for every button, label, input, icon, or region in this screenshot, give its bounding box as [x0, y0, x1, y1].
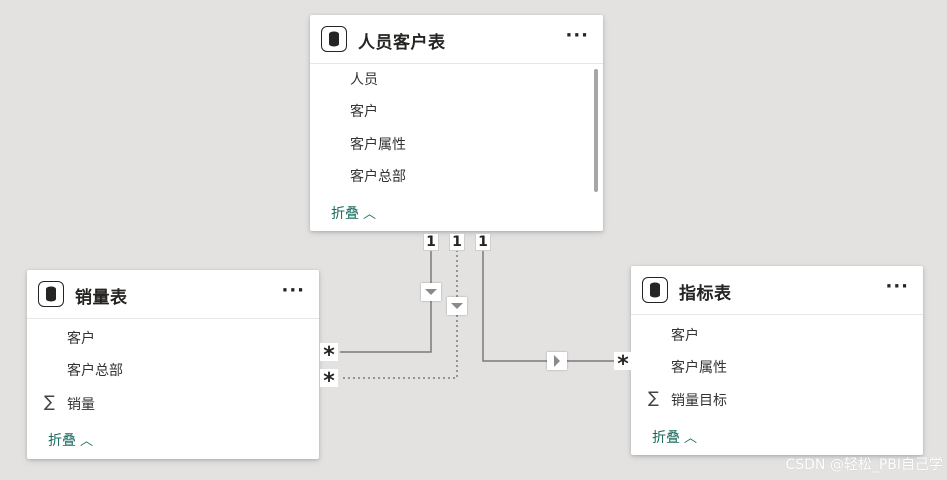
- more-options-button[interactable]: ···: [281, 280, 305, 301]
- cardinality-one-badge[interactable]: 1: [423, 233, 439, 251]
- collapse-label: 折叠: [331, 206, 359, 222]
- field-item[interactable]: 客户属性: [350, 134, 406, 154]
- table-card-metrics[interactable]: 指标表 ··· 客户 客户属性 ∑ 销量目标 折叠 ︿: [631, 266, 923, 455]
- table-header: 销量表 ···: [27, 270, 319, 319]
- field-item[interactable]: 客户属性: [671, 357, 727, 377]
- table-header: 指标表 ···: [631, 266, 923, 315]
- collapse-button[interactable]: 折叠 ︿: [331, 203, 376, 223]
- field-item[interactable]: 客户总部: [350, 166, 406, 186]
- relationship-line-sales-solid: [340, 250, 432, 353]
- collapse-button[interactable]: 折叠 ︿: [48, 430, 93, 450]
- chevron-up-icon: ︿: [363, 207, 377, 222]
- cardinality-many-badge[interactable]: *: [320, 343, 338, 368]
- collapse-label: 折叠: [48, 433, 76, 449]
- field-item[interactable]: 销量目标: [671, 390, 727, 410]
- database-icon: [321, 26, 347, 52]
- field-item[interactable]: 客户总部: [67, 360, 123, 380]
- chevron-up-icon: ︿: [684, 431, 698, 446]
- field-item[interactable]: 客户: [350, 101, 378, 121]
- cardinality-many-badge[interactable]: *: [614, 352, 632, 377]
- table-title: 指标表: [679, 284, 732, 304]
- table-card-sales[interactable]: 销量表 ··· 客户 客户总部 ∑ 销量 折叠 ︿: [27, 270, 319, 459]
- scrollbar[interactable]: [594, 69, 598, 192]
- database-icon: [38, 281, 64, 307]
- sigma-icon: ∑: [44, 392, 55, 411]
- relationship-line-sales-dotted: [340, 250, 458, 379]
- cardinality-one-badge[interactable]: 1: [475, 233, 491, 251]
- cardinality-many-badge[interactable]: *: [320, 369, 338, 394]
- watermark: CSDN @轻松_PBI自己学: [785, 457, 943, 473]
- table-title: 销量表: [75, 288, 128, 308]
- collapse-button[interactable]: 折叠 ︿: [652, 427, 697, 447]
- cardinality-one-badge[interactable]: 1: [449, 233, 465, 251]
- field-item[interactable]: 客户: [671, 325, 699, 345]
- field-item[interactable]: 人员: [350, 69, 378, 89]
- relationship-line-metrics: [482, 250, 615, 362]
- filter-direction-right-icon[interactable]: [547, 352, 567, 370]
- table-header: 人员客户表 ···: [310, 15, 603, 64]
- chevron-up-icon: ︿: [80, 434, 94, 449]
- more-options-button[interactable]: ···: [885, 276, 909, 297]
- more-options-button[interactable]: ···: [565, 25, 589, 46]
- filter-direction-down-icon[interactable]: [421, 283, 441, 301]
- collapse-label: 折叠: [652, 430, 680, 446]
- table-card-person-customer[interactable]: 人员客户表 ··· 人员 客户 客户属性 客户总部 折叠 ︿: [310, 15, 603, 231]
- sigma-icon: ∑: [648, 388, 659, 407]
- field-item[interactable]: 销量: [67, 394, 95, 414]
- table-title: 人员客户表: [358, 33, 446, 53]
- filter-direction-down-icon[interactable]: [447, 297, 467, 315]
- field-item[interactable]: 客户: [67, 328, 95, 348]
- database-icon: [642, 277, 668, 303]
